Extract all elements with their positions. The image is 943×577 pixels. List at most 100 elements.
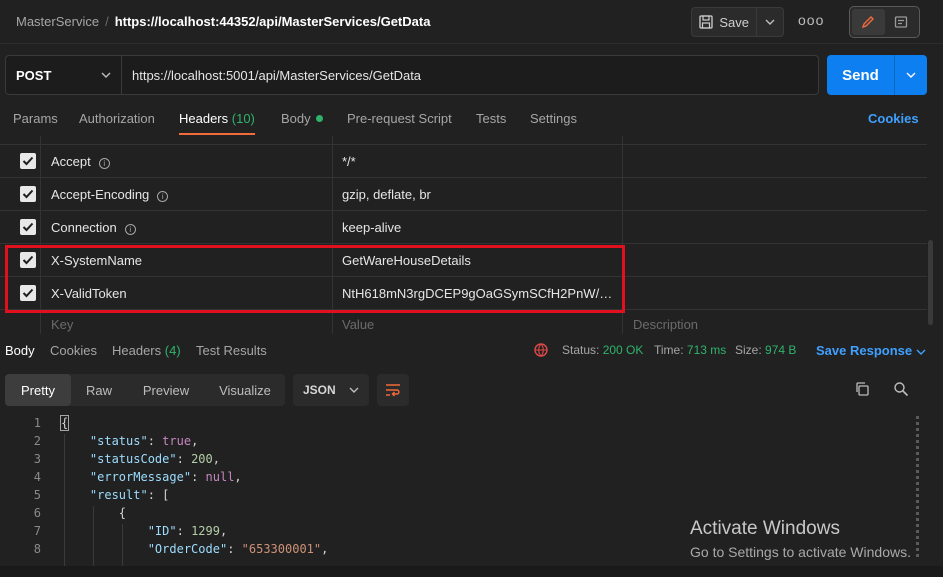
header-key[interactable]: Accept i xyxy=(51,154,110,169)
info-icon[interactable]: i xyxy=(157,191,169,202)
header-key-text: Connection xyxy=(51,220,117,235)
line-number: 8 xyxy=(33,542,41,556)
copy-icon[interactable] xyxy=(854,381,870,397)
table-row xyxy=(0,136,927,145)
checkmark-icon xyxy=(22,222,34,232)
tab-body[interactable]: Body xyxy=(281,111,323,135)
save-icon xyxy=(699,15,713,29)
headers-scrollbar[interactable] xyxy=(928,240,933,325)
document-icon xyxy=(894,16,907,28)
checkmark-icon xyxy=(22,156,34,166)
json-key: "status" xyxy=(89,434,148,448)
more-actions-button[interactable]: ooo xyxy=(798,12,824,28)
line-number: 4 xyxy=(33,470,41,484)
header-key[interactable]: Connection i xyxy=(51,220,136,235)
view-mode-toggle xyxy=(849,6,920,38)
response-size[interactable]: Size: 974 B xyxy=(735,343,796,357)
time-label: Time: xyxy=(654,343,684,357)
header-value[interactable]: gzip, deflate, br xyxy=(342,187,620,202)
header-value[interactable]: */* xyxy=(342,154,620,169)
tab-headers[interactable]: Headers (10) xyxy=(179,111,255,135)
code-line: 5 "result": [ xyxy=(0,488,912,506)
language-label: JSON xyxy=(303,383,336,397)
method-select[interactable]: POST xyxy=(6,56,122,94)
watermark-subtitle: Go to Settings to activate Windows. xyxy=(690,544,911,560)
code-text: "result": [ xyxy=(89,488,170,502)
table-row: Connection i keep-alive xyxy=(0,211,927,244)
line-number: 1 xyxy=(33,416,41,430)
brace-token: { xyxy=(59,415,70,431)
json-value: "653300001" xyxy=(241,542,322,556)
json-value: 1299 xyxy=(191,524,220,538)
cookies-link[interactable]: Cookies xyxy=(868,111,919,126)
new-header-key-input[interactable]: Key xyxy=(51,317,73,332)
code-text: { xyxy=(59,415,70,431)
code-text: "statusCode": 200, xyxy=(89,452,220,466)
new-header-value-input[interactable]: Value xyxy=(342,317,620,332)
breadcrumb-request-name[interactable]: https://localhost:44352/api/MasterServic… xyxy=(115,14,431,29)
send-button[interactable]: Send xyxy=(827,55,895,95)
wrap-lines-button[interactable] xyxy=(377,374,409,406)
tab-tests[interactable]: Tests xyxy=(476,111,506,135)
language-select[interactable]: JSON xyxy=(293,374,369,406)
wrap-lines-icon xyxy=(386,384,400,397)
tab-settings[interactable]: Settings xyxy=(530,111,577,135)
globe-icon[interactable] xyxy=(533,342,549,358)
table-row: Accept-Encoding i gzip, deflate, br xyxy=(0,178,927,211)
code-line: 3 "statusCode": 200, xyxy=(0,452,912,470)
response-status[interactable]: Status: 200 OK xyxy=(562,343,643,357)
save-response-button[interactable]: Save Response xyxy=(816,343,926,358)
breadcrumb-collection[interactable]: MasterService xyxy=(16,14,99,29)
body-indicator-dot xyxy=(315,115,323,122)
code-scrollbar[interactable] xyxy=(915,416,920,566)
info-icon[interactable]: i xyxy=(98,158,110,169)
time-value: 713 ms xyxy=(686,343,727,357)
tab-response-headers-label: Headers xyxy=(112,343,162,358)
header-key-text: Accept-Encoding xyxy=(51,187,150,202)
line-number: 5 xyxy=(33,488,41,502)
tab-visualize[interactable]: Visualize xyxy=(205,374,285,406)
header-enabled-checkbox[interactable] xyxy=(20,219,36,235)
code-line: 2 "status": true, xyxy=(0,434,912,452)
json-key: "result" xyxy=(89,488,148,502)
documentation-mode-button[interactable] xyxy=(885,9,918,35)
header-value[interactable]: keep-alive xyxy=(342,220,620,235)
checkmark-icon xyxy=(22,189,34,199)
info-icon[interactable]: i xyxy=(124,224,136,235)
edit-mode-button[interactable] xyxy=(852,9,885,35)
tab-pretty[interactable]: Pretty xyxy=(5,374,71,406)
tab-params[interactable]: Params xyxy=(13,111,58,135)
new-header-description-input[interactable]: Description xyxy=(633,317,698,332)
response-format-tabs: Pretty Raw Preview Visualize xyxy=(5,374,285,406)
headers-count: (10) xyxy=(231,111,255,126)
tab-preview[interactable]: Preview xyxy=(127,374,205,406)
save-button-group: Save xyxy=(691,7,784,37)
tab-test-results[interactable]: Test Results xyxy=(196,343,267,358)
tab-authorization[interactable]: Authorization xyxy=(79,111,155,135)
header-enabled-checkbox[interactable] xyxy=(20,186,36,202)
request-tabs: Params Authorization Headers (10) Body P… xyxy=(0,105,943,135)
breadcrumb-separator: / xyxy=(105,14,109,29)
tab-response-cookies[interactable]: Cookies xyxy=(50,343,97,358)
tab-pre-request-script[interactable]: Pre-request Script xyxy=(347,111,452,135)
line-number: 7 xyxy=(33,524,41,538)
response-headers-count: (4) xyxy=(164,343,181,358)
save-button[interactable]: Save xyxy=(692,8,758,36)
header-enabled-checkbox[interactable] xyxy=(20,153,36,169)
code-line: 4 "errorMessage": null, xyxy=(0,470,912,488)
code-text: "OrderCode": "653300001", xyxy=(147,542,329,556)
tab-response-body[interactable]: Body xyxy=(5,343,35,358)
save-options-button[interactable] xyxy=(757,8,783,36)
code-text: "errorMessage": null, xyxy=(89,470,242,484)
table-row-new: Key Value Description xyxy=(0,310,927,334)
tab-raw[interactable]: Raw xyxy=(71,374,127,406)
json-value: [ xyxy=(162,488,170,502)
tab-response-headers[interactable]: Headers (4) xyxy=(112,343,181,358)
search-icon[interactable] xyxy=(893,381,909,397)
url-input[interactable] xyxy=(122,56,818,94)
header-key[interactable]: Accept-Encoding i xyxy=(51,187,169,202)
response-time[interactable]: Time: 713 ms xyxy=(654,343,726,357)
send-button-group: Send xyxy=(827,55,927,95)
horizontal-scrollbar[interactable] xyxy=(0,566,943,577)
send-options-button[interactable] xyxy=(895,55,927,95)
